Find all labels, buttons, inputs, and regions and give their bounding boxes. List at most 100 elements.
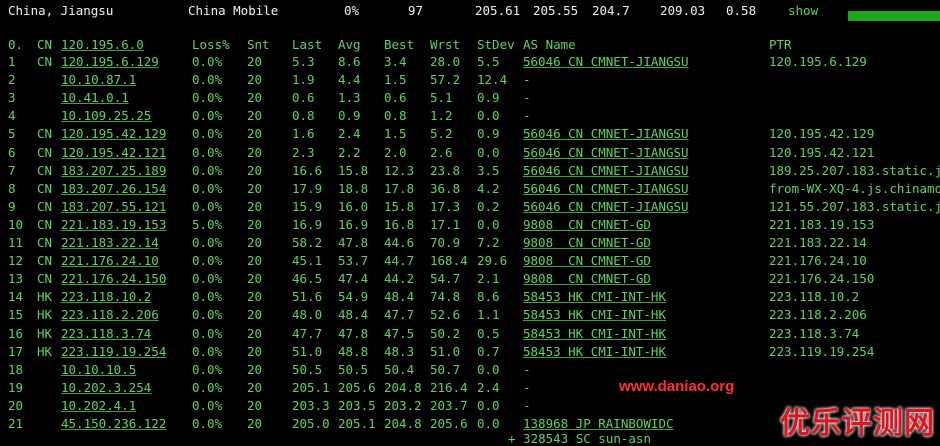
cell-host[interactable]: 221.176.24.10 — [61, 253, 159, 268]
cell-as[interactable]: 56046 CN CMNET-JIANGSU — [523, 126, 689, 141]
cell-host[interactable]: 183.207.26.154 — [61, 181, 166, 196]
col-host[interactable]: 120.195.6.0 — [61, 37, 144, 52]
cell-loss: 0.0% — [192, 343, 223, 359]
cell-host[interactable]: 221.183.22.14 — [61, 235, 159, 250]
cell-wrst: 5.1 — [430, 90, 453, 106]
cell-loss: 0.0% — [192, 108, 223, 124]
cell-host[interactable]: 183.207.25.189 — [61, 163, 166, 178]
cell-host[interactable]: 120.195.42.129 — [61, 126, 166, 141]
table-row: 16 HK 223.118.3.74 0.0% 20 47.7 47.8 47.5 50.2 0.… — [0, 326, 940, 344]
cell-avg: 18.8 — [338, 180, 369, 196]
cell-last: 48.0 — [292, 307, 323, 323]
status-bar — [848, 11, 940, 21]
cell-avg: 54.9 — [338, 289, 369, 305]
cell-avg: 47.4 — [338, 271, 369, 287]
cell-best: 204.8 — [384, 379, 422, 395]
cell-as: - — [523, 108, 531, 124]
cell-avg: 0.9 — [338, 108, 361, 124]
table-row: 17 HK 223.119.19.254 0.0% 20 51.0 48.8 48.3 51.0… — [0, 344, 940, 362]
cell-loss: 0.0% — [192, 144, 223, 160]
cell-wrst: 216.4 — [430, 379, 468, 395]
cell-cc: CN — [37, 180, 53, 196]
cell-as[interactable]: 56046 CN CMNET-JIANGSU — [523, 54, 689, 69]
cell-cc: CN — [37, 126, 53, 142]
watermark-url: www.daniao.org — [619, 378, 735, 395]
cell-cc: CN — [37, 235, 53, 250]
cell-best: 15.8 — [384, 198, 415, 214]
cell-hop: 15 — [8, 307, 24, 323]
cell-last: 5.3 — [292, 54, 315, 69]
summary-loss: 0% — [344, 3, 360, 18]
cell-as[interactable]: 58453 HK CMI-INT-HK — [523, 326, 666, 341]
cell-host[interactable]: 45.150.236.122 — [61, 416, 166, 431]
cell-host[interactable]: 10.41.0.1 — [61, 90, 129, 105]
cell-loss: 0.0% — [192, 397, 223, 413]
cell-as[interactable]: 56046 CN CMNET-JIANGSU — [523, 145, 689, 160]
cell-cc: CN — [37, 198, 53, 214]
cell-as[interactable]: 56046 CN CMNET-JIANGSU — [523, 163, 689, 178]
cell-stdev: 1.1 — [477, 307, 500, 323]
cell-host[interactable]: 223.119.19.254 — [61, 344, 166, 359]
cell-ptr: 221.176.24.150 — [769, 271, 875, 287]
cell-cc: HK — [37, 307, 53, 323]
cell-last: 16.6 — [292, 162, 323, 178]
cell-last: 51.6 — [292, 289, 323, 305]
cell-as[interactable]: 9808 CN CMNET-GD — [523, 271, 651, 286]
cell-loss: 5.0% — [192, 216, 223, 232]
cell-hop: 12 — [8, 253, 24, 269]
cell-host[interactable]: 223.118.10.2 — [61, 289, 151, 304]
cell-host[interactable]: 10.109.25.25 — [61, 108, 151, 123]
cell-avg: 50.5 — [338, 361, 369, 377]
cell-hop: 20 — [8, 397, 24, 413]
watermark-logo-text: 优乐评测网 — [780, 407, 935, 440]
cell-host[interactable]: 10.202.4.1 — [61, 398, 136, 413]
cell-avg: 48.8 — [338, 343, 369, 359]
cell-stdev: 7.2 — [477, 235, 500, 250]
cell-as[interactable]: 56046 CN CMNET-JIANGSU — [523, 181, 689, 196]
cell-as[interactable]: 9808 CN CMNET-GD — [523, 235, 651, 250]
cell-wrst: 23.8 — [430, 162, 461, 178]
cell-best: 2.0 — [384, 144, 407, 160]
cell-as[interactable]: 9808 CN CMNET-GD — [523, 217, 651, 232]
cell-wrst: 2.6 — [430, 144, 453, 160]
cell-loss: 0.0% — [192, 307, 223, 323]
cell-avg: 1.3 — [338, 90, 361, 106]
cell-host[interactable]: 10.10.87.1 — [61, 72, 136, 87]
cell-host[interactable]: 183.207.55.121 — [61, 199, 166, 214]
cell-as[interactable]: 58453 HK CMI-INT-HK — [523, 289, 666, 304]
cell-avg: 205.1 — [338, 416, 376, 431]
cell-ptr: 223.119.19.254 — [769, 343, 875, 359]
cell-as[interactable]: 58453 HK CMI-INT-HK — [523, 307, 666, 322]
cell-host[interactable]: 221.183.19.153 — [61, 217, 166, 232]
cell-last: 16.9 — [292, 216, 323, 232]
cell-host[interactable]: 221.176.24.150 — [61, 271, 166, 286]
cell-as[interactable]: 9808 CN CMNET-GD — [523, 253, 651, 268]
cell-best: 50.4 — [384, 361, 415, 377]
col-stdev: StDev — [477, 37, 515, 52]
cell-snt: 20 — [247, 307, 263, 323]
cell-host[interactable]: 120.195.42.121 — [61, 145, 166, 160]
cell-host[interactable]: 223.118.2.206 — [61, 307, 159, 322]
cell-wrst: 52.6 — [430, 307, 461, 323]
cell-stdev: 2.4 — [477, 379, 500, 395]
cell-host[interactable]: 120.195.6.129 — [61, 54, 159, 69]
cell-snt: 20 — [247, 162, 263, 178]
cell-as[interactable]: 58453 HK CMI-INT-HK — [523, 344, 666, 359]
cell-host[interactable]: 10.202.3.254 — [61, 380, 151, 395]
cell-snt: 20 — [247, 397, 263, 413]
table-row: 4 10.109.25.25 0.0% 20 0.8 0.9 0.8 1.2 0.0 - — [0, 108, 940, 126]
cell-loss: 0.0% — [192, 198, 223, 214]
cell-avg: 203.5 — [338, 397, 376, 413]
cell-host[interactable]: 10.10.10.5 — [61, 362, 136, 377]
summary-wrst: 209.03 — [660, 3, 706, 18]
show-button[interactable]: show — [788, 3, 818, 18]
cell-cc: HK — [37, 343, 53, 359]
cell-best: 48.3 — [384, 343, 415, 359]
cell-as[interactable]: 56046 CN CMNET-JIANGSU — [523, 199, 689, 214]
cell-last: 1.6 — [292, 126, 315, 142]
cell-host[interactable]: 223.118.3.74 — [61, 326, 151, 341]
cell-as[interactable]: 138968 JP RAINBOWIDC — [523, 416, 674, 431]
table-row: 9 CN 183.207.55.121 0.0% 20 15.9 16.0 15.8 17.3 0… — [0, 199, 940, 217]
cell-ptr: 221.183.22.14 — [769, 235, 867, 250]
cell-cc: HK — [37, 325, 53, 341]
